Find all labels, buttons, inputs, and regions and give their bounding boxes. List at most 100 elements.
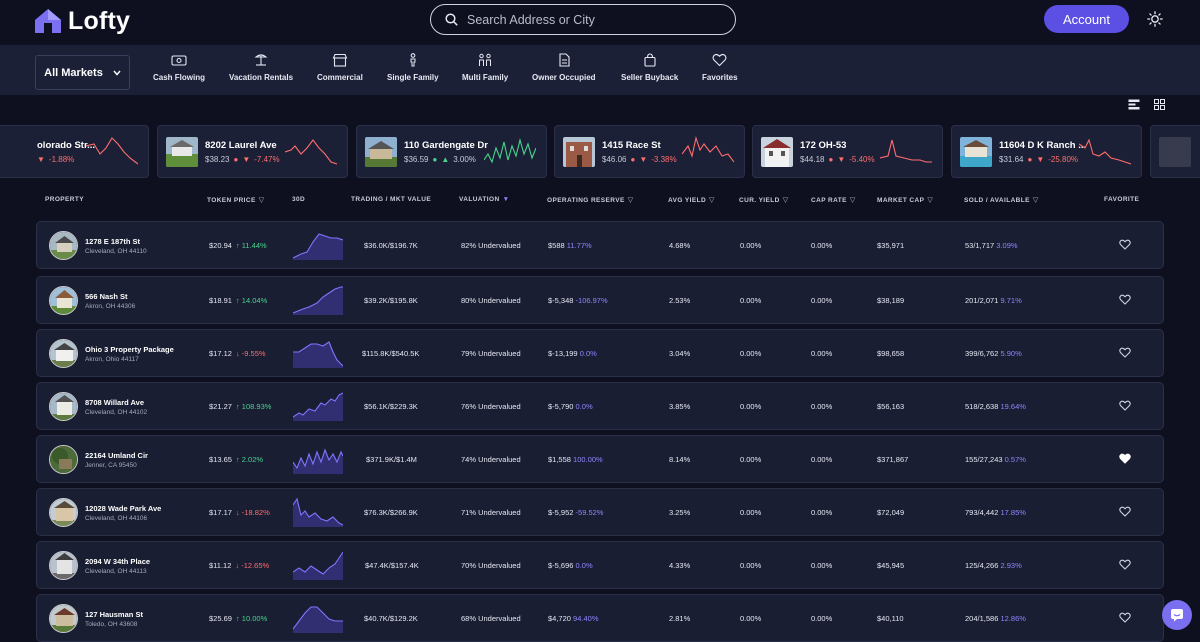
card-sparkline — [86, 137, 138, 165]
property-name[interactable]: 566 Nash St — [85, 292, 128, 301]
property-photo — [563, 137, 595, 167]
card-meta: $44.18 ● ▼ -5.40% — [800, 155, 875, 164]
favorite-heart-icon[interactable] — [1119, 400, 1131, 411]
category-label: Vacation Rentals — [229, 73, 294, 82]
table-row[interactable]: 127 Hausman St Toledo, OH 43608 $25.69 ↑ … — [36, 594, 1164, 642]
sort-active-icon[interactable]: ▼ — [503, 196, 510, 203]
property-name[interactable]: 12028 Wade Park Ave — [85, 504, 161, 513]
sold-available: 125/4,266 2.93% — [965, 561, 1022, 570]
category-commercial[interactable]: Commercial — [317, 53, 363, 82]
operating-reserve: $-5,348 -106.97% — [548, 296, 608, 305]
theme-toggle-sun-icon[interactable] — [1147, 11, 1163, 27]
carousel-card[interactable]: 8202 Laurel Ave $38.23 ● ▼ -7.47% — [157, 125, 348, 178]
property-photo — [49, 498, 78, 527]
grid-view-icon[interactable] — [1154, 99, 1165, 110]
favorite-heart-icon[interactable] — [1119, 506, 1131, 517]
table-row[interactable]: 22164 Umland Cir Jenner, CA 95450 $13.65… — [36, 435, 1164, 483]
property-photo — [365, 137, 397, 167]
carousel-card[interactable] — [1150, 125, 1200, 178]
property-name[interactable]: 127 Hausman St — [85, 610, 143, 619]
sort-icon[interactable]: ▽ — [783, 196, 789, 204]
category-seller-buyback[interactable]: Seller Buyback — [621, 53, 678, 82]
property-photo — [49, 445, 78, 474]
trading-value: $115.8K/$540.5K — [362, 349, 420, 358]
favorite-heart-icon[interactable] — [1119, 612, 1131, 623]
category-vacation-rentals[interactable]: Vacation Rentals — [229, 53, 293, 82]
price-sparkline — [293, 341, 343, 368]
down-arrow-icon: ▼ — [837, 155, 846, 164]
account-button[interactable]: Account — [1044, 5, 1129, 33]
card-sparkline — [484, 137, 536, 164]
property-city: Akron, Ohio 44117 — [85, 356, 139, 363]
cur-yield: 0.00% — [740, 614, 762, 623]
card-address: 11604 D K Ranch ... — [999, 140, 1087, 151]
category-label: Favorites — [702, 73, 738, 82]
chat-widget-button[interactable] — [1162, 600, 1192, 630]
col-trading: TRADING / MKT VALUE — [351, 196, 432, 203]
table-row[interactable]: 566 Nash St Akron, OH 44306 $18.91 ↑ 14.0… — [36, 276, 1164, 324]
property-name[interactable]: 2094 W 34th Place — [85, 557, 150, 566]
trading-value: $371.9K/$1.4M — [366, 455, 417, 464]
document-icon — [559, 53, 570, 67]
avg-yield: 3.25% — [669, 508, 691, 517]
family-icon — [479, 53, 492, 66]
carousel-card[interactable]: 172 OH-53 $44.18 ● ▼ -5.40% — [752, 125, 943, 178]
sort-icon[interactable]: ▽ — [259, 196, 265, 204]
category-label: Seller Buyback — [621, 73, 679, 82]
col-valuation[interactable]: VALUATION ▼ — [459, 196, 509, 203]
favorite-heart-filled-icon[interactable] — [1119, 453, 1131, 464]
property-name[interactable]: Ohio 3 Property Package — [85, 345, 174, 354]
cap-rate: 0.00% — [811, 508, 833, 517]
favorite-heart-icon[interactable] — [1119, 559, 1131, 570]
card-meta: ▼ -1.88% — [37, 155, 74, 164]
list-view-icon[interactable] — [1128, 99, 1140, 110]
sort-icon[interactable]: ▽ — [628, 196, 634, 204]
property-name[interactable]: 22164 Umland Cir — [85, 451, 148, 460]
search-input[interactable] — [467, 12, 717, 27]
search-box[interactable] — [430, 4, 736, 35]
favorite-heart-icon[interactable] — [1119, 239, 1131, 250]
carousel-card[interactable]: olorado Str... ▼ -1.88% — [0, 125, 149, 178]
col-cap-rate[interactable]: CAP RATE ▽ — [811, 196, 856, 205]
card-meta: $31.64 ● ▼ -25.80% — [999, 155, 1079, 164]
carousel-card[interactable]: 1415 Race St $46.06 ● ▼ -3.38% — [554, 125, 745, 178]
property-city: Cleveland, OH 44106 — [85, 515, 148, 522]
brand-logo[interactable]: Lofty — [34, 6, 130, 36]
category-single-family[interactable]: Single Family — [387, 53, 439, 82]
sort-icon[interactable]: ▽ — [709, 196, 715, 204]
category-favorites[interactable]: Favorites — [702, 53, 738, 82]
table-row[interactable]: 1278 E 187th St Cleveland, OH 44110 $20.… — [36, 221, 1164, 269]
cap-rate: 0.00% — [811, 349, 833, 358]
price-sparkline — [293, 497, 343, 527]
market-dropdown[interactable]: All Markets — [35, 55, 130, 90]
category-owner-occupied[interactable]: Owner Occupied — [532, 53, 596, 82]
token-price: $11.12 ↓ -12.65% — [209, 561, 270, 570]
col-market-cap[interactable]: MARKET CAP ▽ — [877, 196, 933, 205]
table-row[interactable]: 2094 W 34th Place Cleveland, OH 44113 $1… — [36, 541, 1164, 589]
property-city: Akron, OH 44306 — [85, 303, 136, 310]
cap-rate: 0.00% — [811, 561, 833, 570]
property-name[interactable]: 8708 Willard Ave — [85, 398, 144, 407]
property-name[interactable]: 1278 E 187th St — [85, 237, 140, 246]
favorite-heart-icon[interactable] — [1119, 294, 1131, 305]
col-avg-yield[interactable]: AVG YIELD ▽ — [668, 196, 715, 205]
favorite-heart-icon[interactable] — [1119, 347, 1131, 358]
sort-icon[interactable]: ▽ — [850, 196, 856, 204]
col-sold-available[interactable]: SOLD / AVAILABLE ▽ — [964, 196, 1039, 205]
card-price: $44.18 — [800, 155, 825, 164]
carousel-card[interactable]: 110 Gardengate Dr $36.59 ● ▲ 3.00% — [356, 125, 547, 178]
col-operating-reserve[interactable]: OPERATING RESERVE ▽ — [547, 196, 634, 205]
sort-icon[interactable]: ▽ — [1033, 196, 1039, 204]
category-cash-flowing[interactable]: Cash Flowing — [153, 53, 205, 82]
col-token-price[interactable]: TOKEN PRICE ▽ — [207, 196, 265, 205]
table-row[interactable]: Ohio 3 Property Package Akron, Ohio 4411… — [36, 329, 1164, 377]
property-city: Cleveland, OH 44102 — [85, 409, 148, 416]
table-row[interactable]: 12028 Wade Park Ave Cleveland, OH 44106 … — [36, 488, 1164, 536]
sort-icon[interactable]: ▽ — [927, 196, 933, 204]
cap-rate: 0.00% — [811, 455, 833, 464]
carousel-card[interactable]: 11604 D K Ranch ... $31.64 ● ▼ -25.80% — [951, 125, 1142, 178]
category-multi-family[interactable]: Multi Family — [462, 53, 508, 82]
table-row[interactable]: 8708 Willard Ave Cleveland, OH 44102 $21… — [36, 382, 1164, 430]
col-cur-yield[interactable]: CUR. YIELD ▽ — [739, 196, 789, 205]
avg-yield: 4.33% — [669, 561, 691, 570]
